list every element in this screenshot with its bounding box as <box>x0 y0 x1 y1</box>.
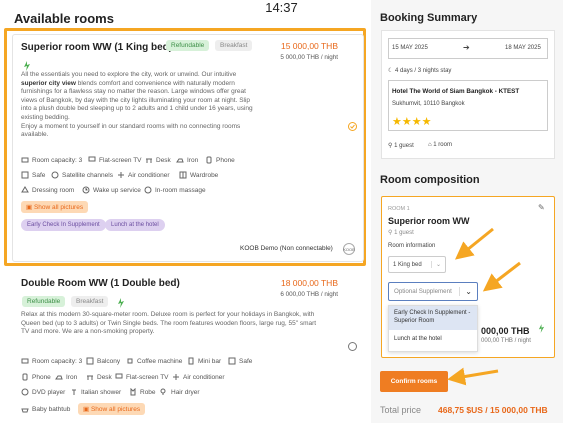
arrow-icon <box>447 227 521 386</box>
